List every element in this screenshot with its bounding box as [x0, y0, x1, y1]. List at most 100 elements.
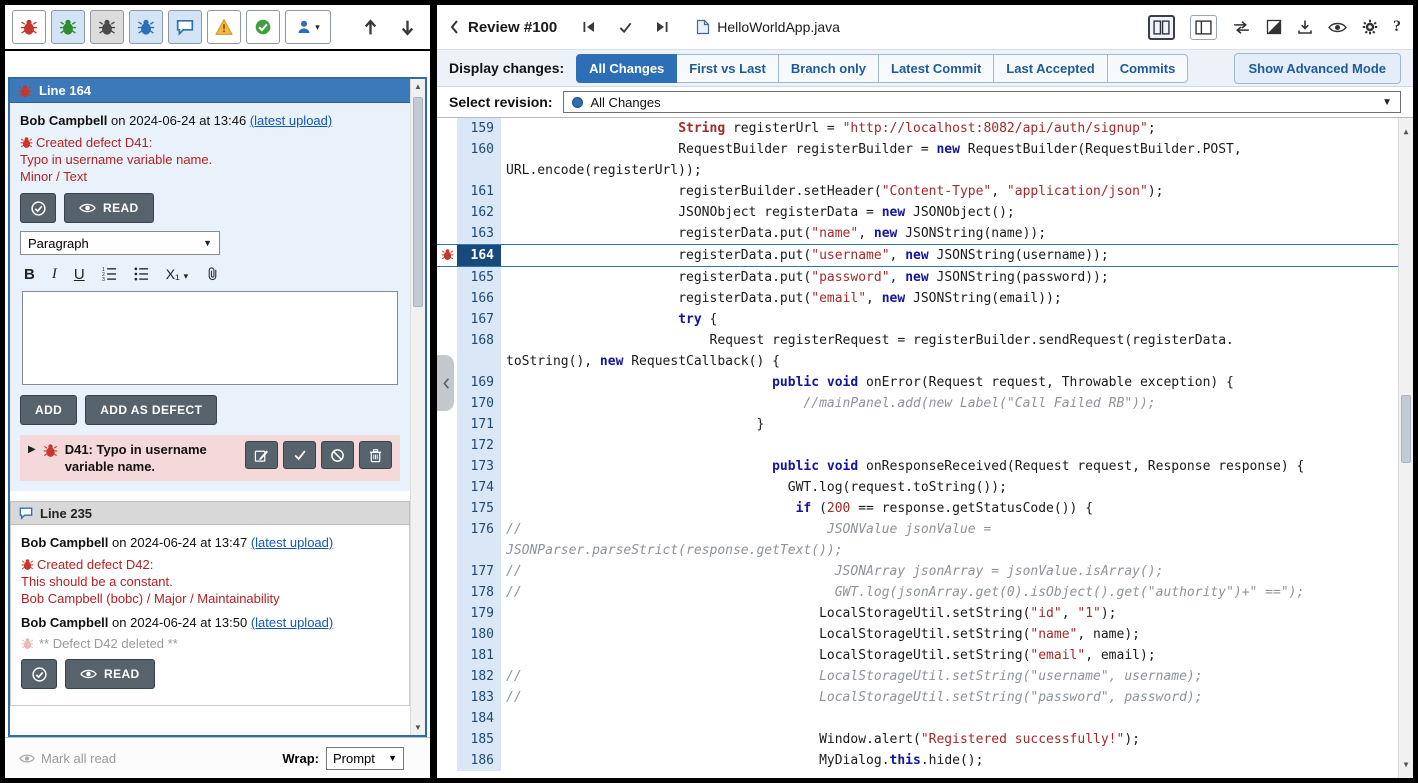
code-row-174[interactable]: 174 GWT.log(request.toString()); [437, 477, 1398, 498]
line-number[interactable]: 179 [457, 603, 501, 624]
line-number[interactable]: 183 [457, 687, 501, 708]
code-row-162[interactable]: 162 JSONObject registerData = new JSONOb… [437, 202, 1398, 223]
previous-item-button[interactable] [354, 9, 386, 45]
fix-defect-button[interactable] [283, 441, 316, 469]
line-number[interactable]: 178 [457, 582, 501, 603]
code-row-171[interactable]: 171 } [437, 414, 1398, 435]
wrap-mode-select[interactable]: Prompt ▼ [326, 747, 404, 770]
accept-comment-button[interactable] [21, 659, 57, 689]
filter-rework-defects-button[interactable] [129, 10, 163, 44]
last-diff-button[interactable] [655, 20, 669, 34]
line-number[interactable]: 176 [457, 519, 501, 561]
line-number[interactable]: 161 [457, 181, 501, 202]
line-number[interactable]: 166 [457, 288, 501, 309]
reject-defect-button[interactable] [321, 441, 354, 469]
code-row-170[interactable]: 170 //mainPanel.add(new Label("Call Fail… [437, 393, 1398, 414]
code-row-164[interactable]: 164 registerData.put("username", new JSO… [437, 244, 1398, 267]
code-row-183[interactable]: 183// LocalStorageUtil.setString("passwo… [437, 687, 1398, 708]
mark-read-button[interactable]: READ [65, 659, 155, 689]
line-number[interactable]: 177 [457, 561, 501, 582]
line-number[interactable]: 184 [457, 708, 501, 729]
line-number[interactable]: 165 [457, 267, 501, 288]
code-row-169[interactable]: 169 public void onError(Request request,… [437, 372, 1398, 393]
line-defect-bug-icon[interactable] [437, 245, 457, 266]
line-number[interactable]: 167 [457, 309, 501, 330]
comments-scrollbar[interactable]: ▲ ▼ [410, 79, 425, 735]
paragraph-style-select[interactable]: Paragraph ▼ [20, 231, 220, 255]
mark-all-read-button[interactable]: Mark all read [19, 751, 116, 766]
comment-input[interactable] [22, 291, 398, 385]
code-row-180[interactable]: 180 LocalStorageUtil.setString("name", n… [437, 624, 1398, 645]
code-row-177[interactable]: 177// JSONArray jsonArray = jsonValue.is… [437, 561, 1398, 582]
code-row-186[interactable]: 186 MyDialog.this.hide(); [437, 750, 1398, 771]
code-row-166[interactable]: 166 registerData.put("email", new JSONSt… [437, 288, 1398, 309]
next-item-button[interactable] [391, 9, 423, 45]
add-comment-button[interactable]: ADD [20, 395, 77, 425]
scroll-up-arrow-icon[interactable]: ▲ [1399, 121, 1413, 142]
collapse-panel-handle[interactable] [437, 355, 454, 411]
filter-fixed-defects-button[interactable] [51, 10, 85, 44]
code-row-163[interactable]: 163 registerData.put("name", new JSONStr… [437, 223, 1398, 244]
accept-comment-button[interactable] [20, 193, 56, 223]
code-scrollbar[interactable]: ▲ ▼ [1398, 118, 1413, 778]
scrollbar-thumb[interactable] [1401, 395, 1411, 463]
code-row-161[interactable]: 161 registerBuilder.setHeader("Content-T… [437, 181, 1398, 202]
tab-first-vs-last[interactable]: First vs Last [677, 54, 779, 83]
line-number[interactable]: 162 [457, 202, 501, 223]
show-advanced-mode-button[interactable]: Show Advanced Mode [1234, 53, 1401, 84]
defect-chip-d41[interactable]: ▶ D41: Typo in username variable name. [20, 435, 400, 481]
line-number[interactable]: 175 [457, 498, 501, 519]
expand-triangle-icon[interactable]: ▶ [28, 441, 36, 455]
line-number[interactable]: 180 [457, 624, 501, 645]
line-number[interactable]: 170 [457, 393, 501, 414]
code-row-178[interactable]: 178// GWT.log(jsonArray.get(0).isObject(… [437, 582, 1398, 603]
scroll-down-arrow-icon[interactable]: ▼ [411, 723, 425, 732]
first-diff-button[interactable] [582, 20, 596, 34]
latest-upload-link[interactable]: (latest upload) [251, 535, 333, 550]
settings-gear-button[interactable] [1362, 19, 1378, 35]
line-number[interactable]: 181 [457, 645, 501, 666]
add-as-defect-button[interactable]: ADD AS DEFECT [85, 395, 217, 425]
scroll-up-arrow-icon[interactable]: ▲ [411, 82, 425, 91]
latest-upload-link[interactable]: (latest upload) [251, 615, 333, 630]
visibility-button[interactable] [1328, 21, 1347, 34]
code-row-160[interactable]: 160 RequestBuilder registerBuilder = new… [437, 139, 1398, 181]
scroll-down-arrow-icon[interactable]: ▼ [1399, 754, 1413, 775]
attach-file-button[interactable] [205, 265, 220, 283]
filter-accepted-button[interactable] [246, 10, 280, 44]
line-number[interactable]: 163 [457, 223, 501, 244]
line-number[interactable]: 173 [457, 456, 501, 477]
code-row-167[interactable]: 167 try { [437, 309, 1398, 330]
code-row-175[interactable]: 175 if (200 == response.getStatusCode())… [437, 498, 1398, 519]
comment-thread-line-235[interactable]: Line 235 Bob Campbell on 2024-06-24 at 1… [10, 501, 410, 706]
scrollbar-thumb[interactable] [413, 97, 423, 307]
mark-read-button[interactable]: READ [64, 193, 154, 223]
line-number[interactable]: 172 [457, 435, 501, 456]
line-number[interactable]: 182 [457, 666, 501, 687]
line-number[interactable]: 168 [457, 330, 501, 372]
code-row-168[interactable]: 168 Request registerRequest = registerBu… [437, 330, 1398, 372]
code-row-173[interactable]: 173 public void onResponseReceived(Reque… [437, 456, 1398, 477]
filter-by-user-button[interactable]: ▾ [285, 10, 331, 44]
code-row-172[interactable]: 172 [437, 435, 1398, 456]
latest-upload-link[interactable]: (latest upload) [250, 113, 332, 128]
help-button[interactable]: ? [1393, 18, 1401, 36]
back-button[interactable] [449, 19, 459, 35]
code-row-185[interactable]: 185 Window.alert("Registered successfull… [437, 729, 1398, 750]
bold-button[interactable]: B [24, 266, 35, 283]
tab-commits[interactable]: Commits [1108, 54, 1189, 83]
filter-open-defects-button[interactable] [12, 10, 46, 44]
code-row-176[interactable]: 176// JSONValue jsonValue = JSONParser.p… [437, 519, 1398, 561]
ordered-list-button[interactable] [102, 265, 117, 283]
revision-select[interactable]: All Changes ▼ [563, 91, 1402, 113]
code-row-179[interactable]: 179 LocalStorageUtil.setString("id", "1"… [437, 603, 1398, 624]
thread-header-line-164[interactable]: Line 164 [10, 79, 410, 103]
thread-header-line-235[interactable]: Line 235 [10, 501, 410, 525]
italic-button[interactable]: I [52, 266, 57, 283]
comment-thread-line-164[interactable]: Line 164 Bob Campbell on 2024-06-24 at 1… [10, 79, 410, 491]
subscript-button[interactable]: X₁ ▾ [166, 266, 188, 282]
delete-defect-button[interactable] [359, 441, 392, 469]
line-number[interactable]: 185 [457, 729, 501, 750]
mark-reviewed-check-button[interactable] [618, 20, 633, 35]
code-row-159[interactable]: 159 String registerUrl = "http://localho… [437, 118, 1398, 139]
